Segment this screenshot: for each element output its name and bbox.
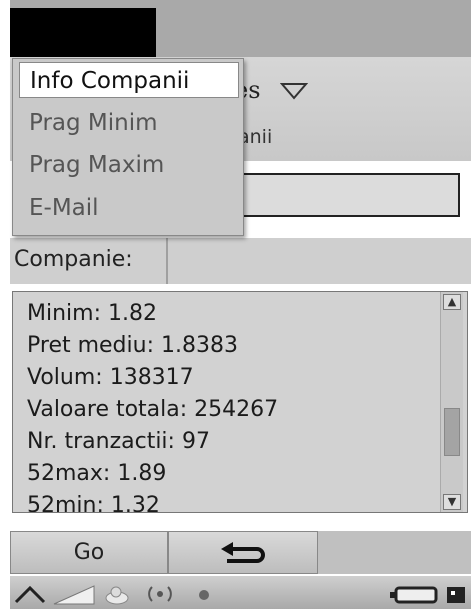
chevron-down-icon[interactable] [280, 82, 308, 100]
scroll-thumb[interactable] [444, 408, 460, 456]
company-divider [166, 238, 168, 284]
detail-line-avg: Pret mediu: 1.8383 [27, 333, 238, 358]
signal-icon [53, 585, 95, 605]
title-black-block [10, 8, 156, 57]
details-lines: Minim: 1.82 Pret mediu: 1.8383 Volum: 13… [27, 298, 279, 513]
menu-item-info-companii[interactable]: Info Companii [19, 62, 239, 98]
left-edge [0, 0, 10, 609]
options-menu: Info Companii Prag Minim Prag Maxim E-Ma… [12, 58, 244, 236]
detail-line-52min: 52min: 1.32 [27, 493, 160, 513]
back-button[interactable] [168, 531, 318, 574]
detail-line-52max: 52max: 1.89 [27, 461, 167, 486]
details-textarea[interactable]: Minim: 1.82 Pret mediu: 1.8383 Volum: 13… [12, 291, 468, 513]
detail-line-volume: Volum: 138317 [27, 365, 194, 390]
scroll-up-icon[interactable]: ▲ [443, 294, 461, 310]
go-button[interactable]: Go [10, 531, 168, 574]
home-icon[interactable] [14, 582, 46, 606]
scroll-down-icon[interactable]: ▼ [443, 494, 461, 510]
detail-line-total: Valoare totala: 254267 [27, 397, 279, 422]
network-icon [447, 587, 465, 603]
screen: es anii Companie: Minim: 1.82 Pret mediu… [0, 0, 471, 609]
menu-item-prag-minim[interactable]: Prag Minim [19, 105, 239, 141]
wifi-icon[interactable] [140, 582, 180, 606]
menu-item-email[interactable]: E-Mail [19, 190, 239, 226]
detail-line-min: Minim: 1.82 [27, 301, 157, 326]
battery-icon [390, 586, 438, 604]
dot-icon [199, 590, 209, 600]
back-arrow-icon [221, 541, 265, 563]
company-label: Companie: [14, 247, 133, 272]
menu-item-prag-maxim[interactable]: Prag Maxim [19, 147, 239, 183]
details-scrollbar[interactable]: ▲ ▼ [440, 292, 463, 512]
detail-line-transactions: Nr. tranzactii: 97 [27, 429, 210, 454]
presence-icon[interactable] [103, 582, 131, 606]
